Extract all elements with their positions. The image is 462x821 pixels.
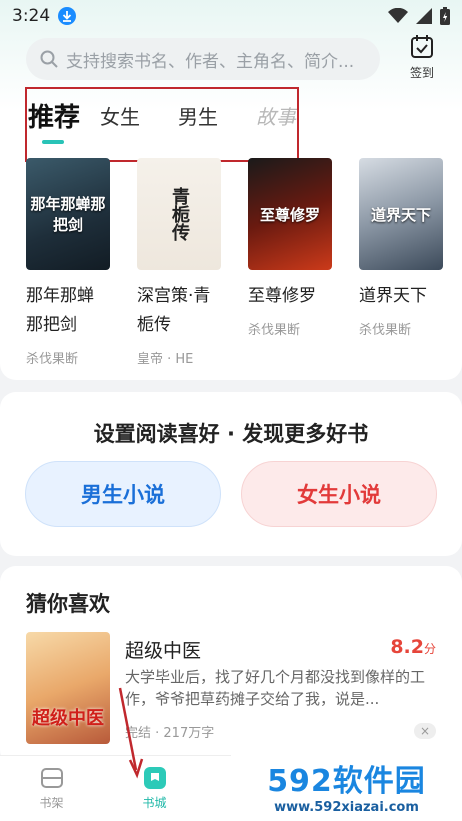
wifi-icon bbox=[388, 8, 408, 23]
cover-title: 道界天下 bbox=[370, 205, 431, 224]
book-author: 皇帝 · HE bbox=[137, 352, 194, 367]
recommend-book-description[interactable]: 大学毕业后，找了好几个月都没找到像样的工作，爷爷把草药摊子交给了我，说是... bbox=[125, 666, 437, 710]
watermark-logo: 592软件园 bbox=[267, 763, 426, 799]
book-title[interactable]: 道界天下 bbox=[359, 282, 443, 311]
reading-preference-card: 设置阅读喜好 · 发现更多好书 男生小说 女生小说 bbox=[0, 392, 462, 556]
status-time: 3:24 bbox=[12, 6, 51, 26]
search-bar[interactable]: 支持搜索书名、作者、主角名、简介... bbox=[26, 38, 380, 80]
site-watermark: 592软件园 www.592xiazai.com bbox=[231, 749, 462, 821]
cover-title: 那年那蝉那把剑 bbox=[30, 195, 106, 234]
preference-title: 设置阅读喜好 · 发现更多好书 bbox=[93, 422, 369, 446]
calendar-check-icon bbox=[411, 35, 433, 58]
bookshelf-icon bbox=[40, 768, 63, 788]
recommend-book-cover[interactable]: 超级中医 bbox=[26, 632, 110, 744]
watermark-url: www.592xiazai.com bbox=[274, 799, 419, 815]
recommend-book-title[interactable]: 超级中医 bbox=[125, 636, 201, 663]
recommend-card: 猜你喜欢 超级中医 超级中医 8.2分 大学毕业后，找了好几个月都没找到像样的工… bbox=[0, 566, 462, 766]
annotation-box bbox=[25, 87, 299, 162]
cover-title: 超级中医 bbox=[32, 708, 104, 729]
book-item[interactable]: 那年那蝉那把剑 那年那蝉那把剑 杀伐果断 bbox=[26, 158, 110, 367]
cover-title: 至尊修罗 bbox=[259, 205, 320, 224]
book-cover[interactable]: 道界天下 bbox=[359, 158, 443, 270]
checkin-button[interactable]: 签到 bbox=[402, 34, 442, 82]
score-value: 8.2 bbox=[390, 636, 424, 658]
download-icon bbox=[58, 7, 77, 25]
book-cover[interactable]: 青栀传 bbox=[137, 158, 221, 270]
status-bar: 3:24 bbox=[0, 0, 462, 32]
book-author: 杀伐果断 bbox=[26, 352, 79, 367]
book-list: 那年那蝉那把剑 那年那蝉那把剑 杀伐果断 青栀传 深宫策·青栀传 皇帝 · HE… bbox=[26, 158, 446, 367]
book-cover[interactable]: 至尊修罗 bbox=[248, 158, 332, 270]
close-icon[interactable]: × bbox=[414, 723, 436, 739]
battery-icon bbox=[440, 7, 450, 25]
male-novel-button[interactable]: 男生小说 bbox=[25, 461, 221, 527]
nav-bookstore[interactable]: 书城 bbox=[103, 756, 206, 821]
nav-label: 书架 bbox=[39, 796, 64, 810]
cover-title: 青栀传 bbox=[169, 187, 190, 241]
checkin-label: 签到 bbox=[409, 66, 434, 80]
bookstore-icon bbox=[143, 767, 166, 789]
search-icon bbox=[40, 50, 58, 68]
book-author: 杀伐果断 bbox=[248, 323, 301, 338]
nav-bookshelf[interactable]: 书架 bbox=[0, 756, 103, 821]
signal-icon bbox=[416, 8, 432, 24]
book-item[interactable]: 青栀传 深宫策·青栀传 皇帝 · HE bbox=[137, 158, 221, 367]
nav-label: 书城 bbox=[142, 796, 167, 810]
book-title[interactable]: 深宫策·青栀传 bbox=[137, 282, 221, 340]
book-author: 杀伐果断 bbox=[359, 323, 412, 338]
search-input[interactable]: 支持搜索书名、作者、主角名、简介... bbox=[66, 47, 354, 72]
rating-score: 8.2分 bbox=[390, 636, 436, 658]
recommend-book-meta: 完结 · 217万字 bbox=[125, 726, 215, 741]
book-cover[interactable]: 那年那蝉那把剑 bbox=[26, 158, 110, 270]
book-title[interactable]: 至尊修罗 bbox=[248, 282, 332, 311]
score-unit: 分 bbox=[423, 642, 436, 656]
recommend-heading: 猜你喜欢 bbox=[26, 592, 110, 616]
book-item[interactable]: 至尊修罗 至尊修罗 杀伐果断 bbox=[248, 158, 332, 367]
book-title[interactable]: 那年那蝉那把剑 bbox=[26, 282, 110, 340]
book-item[interactable]: 道界天下 道界天下 杀伐果断 bbox=[359, 158, 443, 367]
female-novel-button[interactable]: 女生小说 bbox=[241, 461, 437, 527]
